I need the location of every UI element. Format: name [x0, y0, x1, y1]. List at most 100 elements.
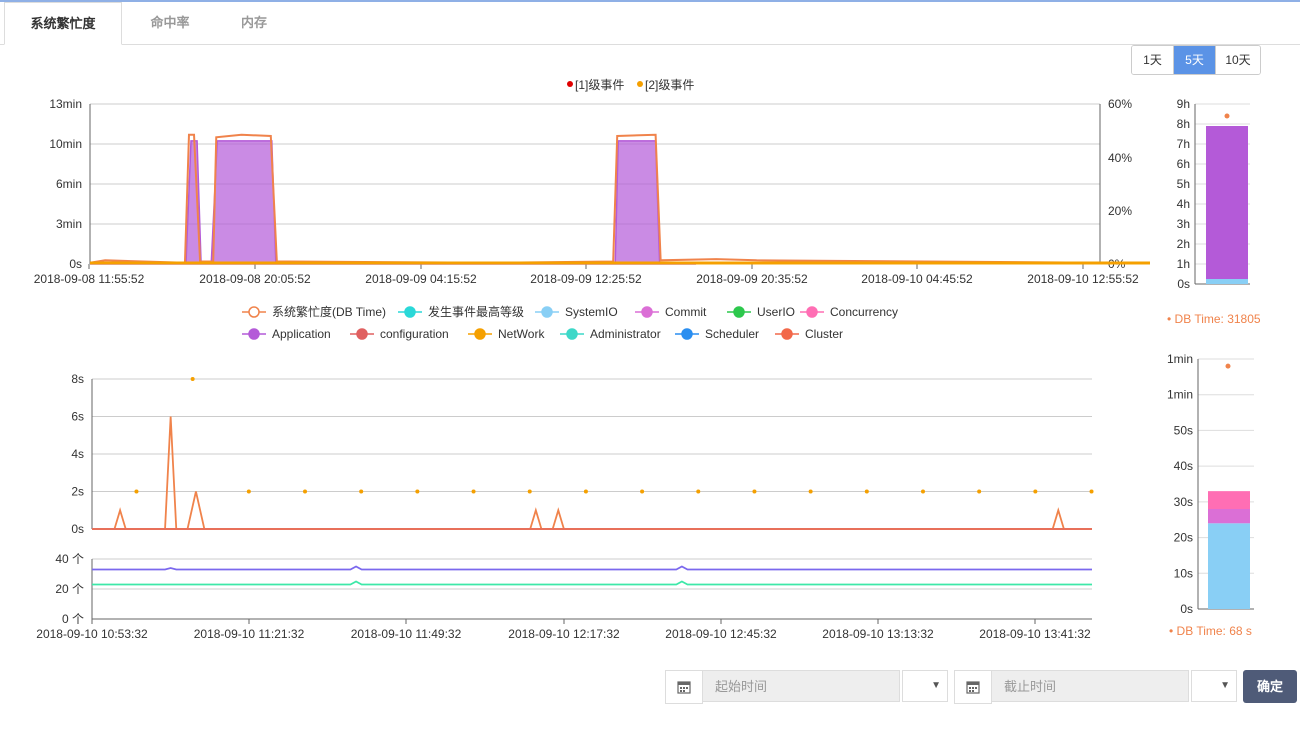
top-y-tick-label: 6min [56, 177, 82, 191]
bottom-count-line-0 [92, 565, 1092, 571]
bottom-lower-y-tick-label: 40 个 [55, 552, 84, 566]
top-y-tick-label: 10min [49, 137, 82, 151]
bottom-event-dot [752, 489, 757, 494]
bottom-x-tick-label: 2018-09-10 11:21:32 [194, 627, 305, 641]
bottom-right-y-tick-label: 50s [1174, 423, 1193, 437]
bottom-event-dot [303, 489, 308, 494]
top-db-time-label: • DB Time: 31805 [1167, 312, 1261, 326]
start-calendar-icon[interactable] [665, 670, 703, 704]
series-legend-label-7: configuration [380, 327, 449, 341]
event-legend-label-0: [1]级事件 [575, 78, 624, 92]
top-y-right-tick-label: 20% [1108, 204, 1132, 218]
top-right-y-tick-label: 5h [1177, 177, 1190, 191]
top-right-y-tick-label: 9h [1177, 97, 1190, 111]
bottom-x-tick-label: 2018-09-10 13:41:32 [979, 627, 1091, 641]
application-area [90, 140, 696, 265]
top-y-right-tick-label: 40% [1108, 151, 1132, 165]
end-calendar-icon[interactable] [954, 670, 992, 704]
chevron-down-icon: ▼ [1220, 680, 1230, 691]
series-legend-marker-10 [681, 328, 693, 340]
top-y-tick-label: 0s [69, 257, 82, 271]
series-legend-label-5: Concurrency [830, 305, 898, 319]
bottom-event-dot [134, 489, 139, 494]
series-legend-marker-6 [248, 328, 260, 340]
bottom-event-dot [920, 489, 925, 494]
bottom-event-dot [190, 377, 195, 381]
top-right-db-time-marker [1224, 113, 1230, 119]
start-time-input[interactable] [702, 670, 900, 702]
event-legend-dot-1 [637, 81, 643, 87]
series-legend-label-1: 发生事件最高等级 [428, 304, 524, 319]
bottom-event-dot [864, 489, 869, 494]
bottom-db-time-label: • DB Time: 68 s [1169, 624, 1252, 638]
series-legend-marker-3 [641, 306, 653, 318]
bottom-right-y-tick-label: 40s [1174, 459, 1193, 473]
bottom-right-bar-segment-SystemIO [1208, 523, 1250, 609]
top-right-y-tick-label: 3h [1177, 217, 1190, 231]
event-legend-dot-0 [567, 81, 573, 87]
top-right-bar-segment-SystemIO [1206, 279, 1248, 284]
top-x-tick-label: 2018-09-09 20:35:52 [696, 272, 808, 286]
top-right-y-tick-label: 4h [1177, 197, 1190, 211]
bottom-event-dot [696, 489, 701, 494]
bottom-event-dot [640, 489, 645, 494]
series-legend-marker-4 [733, 306, 745, 318]
bottom-upper-y-tick-label: 8s [71, 372, 84, 386]
bottom-event-dot [583, 489, 588, 494]
top-x-tick-label: 2018-09-08 11:55:52 [34, 272, 145, 286]
series-legend-marker-5 [806, 306, 818, 318]
series-legend-marker-7 [356, 328, 368, 340]
bottom-right-y-tick-label: 0s [1180, 602, 1193, 616]
bottom-event-dot [977, 489, 982, 494]
bottom-right-y-tick-label: 30s [1174, 495, 1193, 509]
series-legend-marker-8 [474, 328, 486, 340]
end-time-select[interactable]: ▼ [1191, 670, 1237, 702]
series-legend-label-4: UserIO [757, 305, 795, 319]
series-legend-marker-0 [248, 306, 260, 318]
series-legend-label-9: Administrator [590, 327, 661, 341]
series-legend-label-3: Commit [665, 305, 707, 319]
bottom-right-y-tick-label: 10s [1174, 566, 1193, 580]
series-legend-label-8: NetWork [498, 327, 545, 341]
end-time-input[interactable] [991, 670, 1189, 702]
top-right-bar-segment-Application [1206, 126, 1248, 279]
chevron-down-icon: ▼ [931, 680, 941, 691]
top-y-right-tick-label: 60% [1108, 97, 1132, 111]
bottom-x-tick-label: 2018-09-10 11:49:32 [351, 627, 462, 641]
confirm-button[interactable]: 确定 [1243, 670, 1297, 703]
event-legend-label-1: [2]级事件 [645, 78, 694, 92]
top-right-y-tick-label: 8h [1177, 117, 1190, 131]
bottom-upper-y-tick-label: 0s [71, 522, 84, 536]
top-y-tick-label: 13min [49, 97, 82, 111]
bottom-right-bar-segment-Commit [1208, 509, 1250, 524]
bottom-x-tick-label: 2018-09-10 12:17:32 [508, 627, 620, 641]
bottom-right-y-tick-label: 1min [1167, 388, 1193, 402]
series-legend-marker-2 [541, 306, 553, 318]
series-legend-marker-1 [404, 306, 416, 318]
series-legend-label-2: SystemIO [565, 305, 618, 319]
top-x-tick-label: 2018-09-10 12:55:52 [1027, 272, 1139, 286]
charts-canvas: [1]级事件[2]级事件0s3min6min10min13min0%20%40%… [34, 78, 1254, 641]
top-right-y-tick-label: 2h [1177, 237, 1190, 251]
top-right-y-tick-label: 1h [1177, 257, 1190, 271]
series-legend-label-11: Cluster [805, 327, 843, 341]
bottom-event-dot [1089, 489, 1094, 494]
bottom-upper-y-tick-label: 2s [71, 485, 84, 499]
top-x-tick-label: 2018-09-09 12:25:52 [530, 272, 642, 286]
top-right-y-tick-label: 6h [1177, 157, 1190, 171]
top-x-tick-label: 2018-09-09 04:15:52 [365, 272, 477, 286]
bottom-event-dot [1033, 489, 1038, 494]
series-legend-label-6: Application [272, 327, 331, 341]
bottom-event-dot [359, 489, 364, 494]
bottom-upper-y-tick-label: 6s [71, 410, 84, 424]
bottom-right-db-time-marker [1225, 363, 1231, 369]
bottom-count-line-1 [92, 580, 1092, 586]
top-x-tick-label: 2018-09-08 20:05:52 [199, 272, 311, 286]
series-legend-marker-9 [566, 328, 578, 340]
bottom-upper-y-tick-label: 4s [71, 447, 84, 461]
bottom-event-dot [471, 489, 476, 494]
series-legend-label-0: 系统繁忙度(DB Time) [272, 304, 386, 319]
bottom-event-dot [808, 489, 813, 494]
bottom-lower-y-tick-label: 20 个 [55, 582, 84, 596]
start-time-select[interactable]: ▼ [902, 670, 948, 702]
